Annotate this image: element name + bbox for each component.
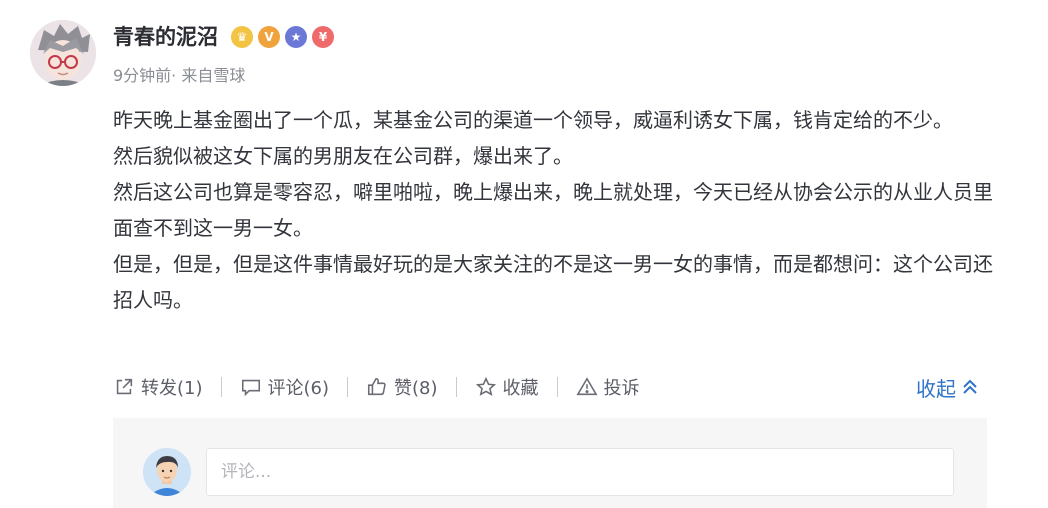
warning-icon (575, 377, 598, 396)
favorite-label: 收藏 (502, 378, 539, 399)
star-badge-icon: ★ (285, 26, 307, 48)
report-button[interactable]: 投诉 (575, 374, 640, 400)
comment-panel (113, 418, 987, 508)
post-paragraph: 然后貌似被这女下属的男朋友在公司群，爆出来了。 (113, 144, 573, 168)
current-user-avatar (143, 448, 191, 496)
comment-icon (241, 379, 260, 397)
divider (347, 377, 348, 397)
star-icon (475, 376, 496, 396)
post-paragraph: 但是，但是，但是这件事情最好玩的是大家关注的不是这一男一女的事情，而是都想问：这… (113, 252, 993, 312)
like-label: 赞(8) (394, 378, 438, 399)
comment-button[interactable]: 评论(6) (240, 374, 330, 400)
like-button[interactable]: 赞(8) (366, 374, 438, 400)
crown-badge-icon: ♛ (231, 26, 253, 48)
comment-input[interactable] (206, 448, 954, 496)
post-content: 昨天晚上基金圈出了一个瓜，某基金公司的渠道一个领导，威逼利诱女下属，钱肯定给的不… (113, 102, 993, 318)
repost-button[interactable]: 转发(1) (113, 374, 203, 400)
collapse-button[interactable]: 收起 (916, 370, 979, 404)
post-paragraph: 昨天晚上基金圈出了一个瓜，某基金公司的渠道一个领导，威逼利诱女下属，钱肯定给的不… (113, 108, 953, 132)
v-badge-icon: V (258, 26, 280, 48)
favorite-button[interactable]: 收藏 (475, 374, 539, 400)
post-meta: 9分钟前· 来自雪球 (113, 66, 246, 85)
repost-label: 转发(1) (141, 378, 203, 399)
divider (455, 377, 457, 397)
divider (220, 377, 222, 397)
post-paragraph: 然后这公司也算是零容忍，噼里啪啦，晚上爆出来，晚上就处理，今天已经从协会公示的从… (113, 180, 993, 240)
author-avatar[interactable] (30, 20, 96, 86)
yen-badge-icon: ¥ (312, 26, 334, 48)
double-chevron-up-icon (963, 379, 977, 394)
action-bar: 转发(1) 评论(6) 赞(8) 收藏 投诉 (113, 370, 640, 404)
comment-label: 评论(6) (267, 378, 330, 399)
thumbs-up-icon (367, 377, 386, 396)
divider (556, 377, 558, 397)
author-name[interactable]: 青春的泥沼 (113, 22, 218, 52)
share-icon (116, 378, 133, 395)
collapse-label: 收起 (916, 376, 956, 401)
report-label: 投诉 (603, 378, 640, 399)
badge-group: ♛ V ★ ¥ (231, 26, 334, 48)
